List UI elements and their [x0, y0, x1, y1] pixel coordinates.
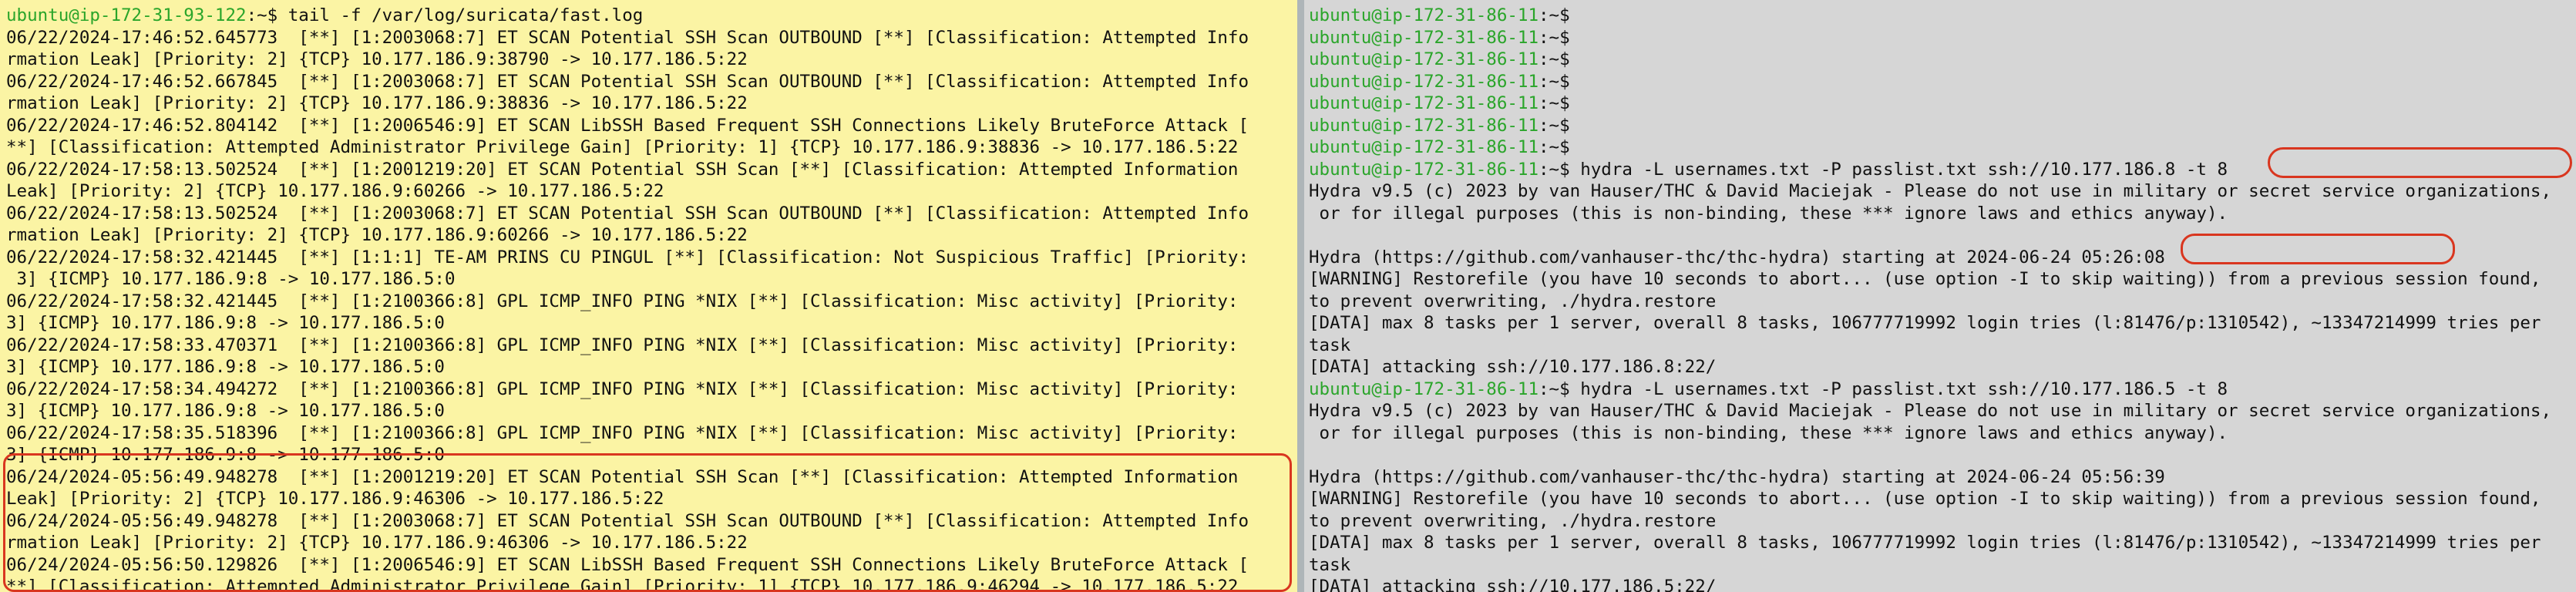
terminal-line: 06/22/2024-17:58:13.502524 [**] [1:20030… — [6, 203, 1249, 224]
command-text: :~$ — [1539, 71, 1570, 92]
shell-prompt: ubuntu@ip-172-31-86-11 — [1309, 49, 1539, 69]
terminal-line: ubuntu@ip-172-31-86-11:~$ — [1309, 71, 2571, 93]
terminal-line: 3] {ICMP} 10.177.186.9:8 -> 10.177.186.5… — [6, 357, 445, 377]
highlight-recent-alerts — [3, 453, 1292, 592]
shell-prompt: ubuntu@ip-172-31-86-11 — [1309, 378, 1539, 399]
terminal-line: to prevent overwriting, ./hydra.restore — [1309, 510, 1717, 531]
shell-prompt: ubuntu@ip-172-31-93-122 — [6, 5, 247, 25]
terminal-line: 3] {ICMP} 10.177.186.9:8 -> 10.177.186.5… — [6, 401, 445, 421]
shell-prompt: ubuntu@ip-172-31-86-11 — [1309, 27, 1539, 48]
shell-prompt: ubuntu@ip-172-31-86-11 — [1309, 71, 1539, 92]
highlight-start-time — [2181, 234, 2455, 264]
terminal-line: Hydra v9.5 (c) 2023 by van Hauser/THC & … — [1309, 181, 2551, 201]
terminal-line: to prevent overwriting, ./hydra.restore — [1309, 291, 1717, 311]
terminal-line: Leak] [Priority: 2] {TCP} 10.177.186.9:6… — [6, 181, 664, 201]
terminal-line: [DATA] max 8 tasks per 1 server, overall… — [1309, 313, 2541, 333]
split-terminal-view: ubuntu@ip-172-31-93-122:~$ tail -f /var/… — [0, 0, 2576, 592]
terminal-line: ubuntu@ip-172-31-93-122:~$ tail -f /var/… — [6, 5, 1291, 27]
shell-prompt: ubuntu@ip-172-31-86-11 — [1309, 93, 1539, 113]
terminal-line: 06/22/2024-17:58:13.502524 [**] [1:20012… — [6, 159, 1239, 180]
terminal-line: rmation Leak] [Priority: 2] {TCP} 10.177… — [6, 93, 748, 113]
terminal-line: [DATA] attacking ssh://10.177.186.5:22/ — [1309, 577, 1717, 592]
terminal-line: **] [Classification: Attempted Administr… — [6, 137, 1239, 157]
terminal-line: ubuntu@ip-172-31-86-11:~$ — [1309, 5, 2571, 27]
terminal-line: 06/22/2024-17:46:52.667845 [**] [1:20030… — [6, 71, 1249, 92]
terminal-line: 06/22/2024-17:58:32.421445 [**] [1:21003… — [6, 291, 1239, 311]
shell-prompt: ubuntu@ip-172-31-86-11 — [1309, 159, 1539, 180]
terminal-line: ubuntu@ip-172-31-86-11:~$ — [1309, 92, 2571, 115]
terminal-line: 06/22/2024-17:58:34.494272 [**] [1:21003… — [6, 378, 1239, 399]
terminal-line: or for illegal purposes (this is non-bin… — [1309, 203, 2228, 224]
terminal-line: 06/22/2024-17:58:33.470371 [**] [1:21003… — [6, 335, 1239, 355]
highlight-hydra-command — [2268, 147, 2572, 178]
terminal-line: 06/22/2024-17:46:52.804142 [**] [1:20065… — [6, 115, 1249, 136]
terminal-line: Hydra v9.5 (c) 2023 by van Hauser/THC & … — [1309, 401, 2551, 421]
terminal-line: task — [1309, 335, 1351, 355]
command-text: :~$ — [1539, 93, 1570, 113]
terminal-line: 06/22/2024-17:58:35.518396 [**] [1:21003… — [6, 422, 1239, 443]
command-text: :~$ — [1539, 27, 1570, 48]
terminal-line: 3] {ICMP} 10.177.186.9:8 -> 10.177.186.5… — [6, 313, 445, 333]
command-text: :~$ hydra -L usernames.txt -P passlist.t… — [1539, 159, 2228, 180]
shell-prompt: ubuntu@ip-172-31-86-11 — [1309, 137, 1539, 157]
terminal-line: rmation Leak] [Priority: 2] {TCP} 10.177… — [6, 225, 748, 245]
shell-prompt: ubuntu@ip-172-31-86-11 — [1309, 5, 1539, 25]
terminal-line: or for illegal purposes (this is non-bin… — [1309, 422, 2228, 443]
terminal-line: 06/22/2024-17:46:52.645773 [**] [1:20030… — [6, 27, 1249, 48]
terminal-line: [DATA] max 8 tasks per 1 server, overall… — [1309, 533, 2541, 553]
terminal-line: [WARNING] Restorefile (you have 10 secon… — [1309, 269, 2541, 289]
pane-divider[interactable] — [1297, 0, 1304, 592]
command-text: :~$ tail -f /var/log/suricata/fast.log — [246, 5, 644, 25]
command-text: :~$ — [1539, 115, 1570, 136]
terminal-line: ubuntu@ip-172-31-86-11:~$ — [1309, 49, 2571, 71]
terminal-line: Hydra (https://github.com/vanhauser-thc/… — [1309, 466, 2165, 487]
command-text: :~$ — [1539, 49, 1570, 69]
shell-prompt: ubuntu@ip-172-31-86-11 — [1309, 115, 1539, 136]
hydra-terminal-pane[interactable]: ubuntu@ip-172-31-86-11:~$ ubuntu@ip-172-3… — [1304, 0, 2576, 592]
terminal-line: task — [1309, 554, 1351, 575]
terminal-line: ubuntu@ip-172-31-86-11:~$ hydra -L usern… — [1309, 378, 2571, 401]
command-text: :~$ — [1539, 137, 1570, 157]
terminal-line: ubuntu@ip-172-31-86-11:~$ — [1309, 27, 2571, 49]
terminal-line: 3] {ICMP} 10.177.186.9:8 -> 10.177.186.5… — [6, 269, 456, 289]
command-text: :~$ — [1539, 5, 1570, 25]
terminal-line: 06/22/2024-17:58:32.421445 [**] [1:1:1] … — [6, 247, 1249, 267]
terminal-line: [DATA] attacking ssh://10.177.186.8:22/ — [1309, 357, 1717, 377]
terminal-line: [WARNING] Restorefile (you have 10 secon… — [1309, 489, 2541, 509]
command-text: :~$ hydra -L usernames.txt -P passlist.t… — [1539, 378, 2228, 399]
terminal-line: rmation Leak] [Priority: 2] {TCP} 10.177… — [6, 49, 748, 69]
terminal-line: ubuntu@ip-172-31-86-11:~$ — [1309, 115, 2571, 137]
